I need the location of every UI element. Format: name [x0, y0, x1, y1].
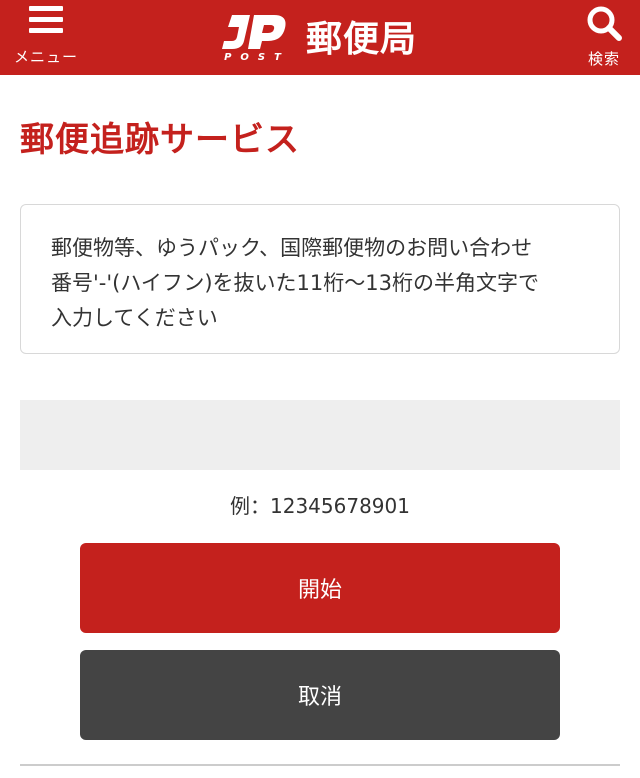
app-header: メニュー POST 郵便局 検索	[0, 0, 640, 75]
start-button[interactable]: 開始	[80, 543, 560, 633]
hamburger-icon	[29, 6, 63, 34]
search-icon	[587, 6, 622, 41]
brand-name: 郵便局	[306, 19, 418, 60]
page-title: 郵便追跡サービス	[20, 120, 300, 160]
brand-logo[interactable]: POST 郵便局	[218, 10, 417, 66]
jp-post-logo: POST	[218, 13, 290, 63]
example-text: 例：12345678901	[230, 494, 410, 518]
cancel-button[interactable]: 取消	[80, 650, 560, 740]
instruction-line: 郵便物等、ゆうパック、国際郵便物のお問い合わせ	[51, 236, 533, 260]
search-button[interactable]: 検索	[574, 4, 634, 72]
menu-label: メニュー	[13, 48, 78, 66]
logo-sub-text: POST	[224, 52, 290, 63]
divider	[20, 764, 620, 766]
tracking-number-input[interactable]	[20, 400, 620, 470]
instruction-line: 入力してください	[51, 306, 218, 330]
instruction-line: 番号'-'(ハイフン)を抜いた11桁〜13桁の半角文字で	[51, 271, 539, 295]
instruction-box: 郵便物等、ゆうパック、国際郵便物のお問い合わせ 番号'-'(ハイフン)を抜いた1…	[20, 204, 620, 354]
search-label: 検索	[587, 50, 620, 68]
menu-button[interactable]: メニュー	[6, 4, 86, 72]
